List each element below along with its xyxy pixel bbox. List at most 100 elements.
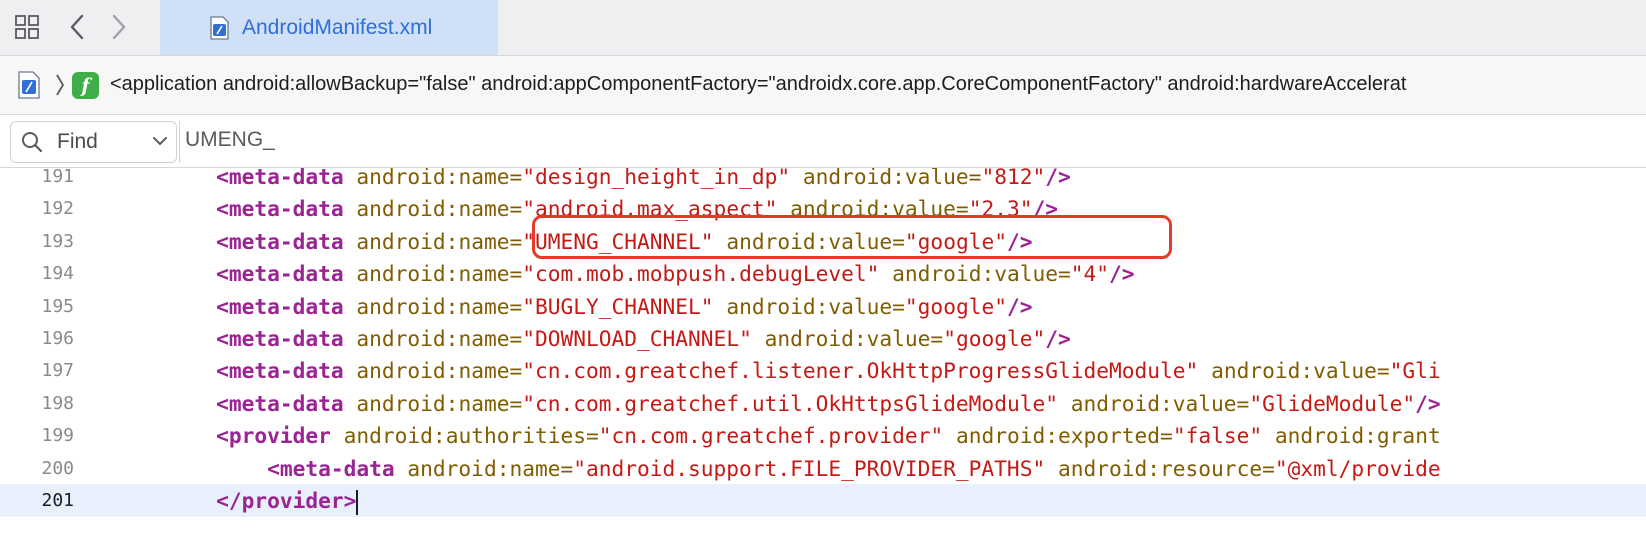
code-line[interactable]: 198 <meta-data android:name="cn.com.grea… — [0, 387, 1646, 420]
line-number: 197 — [41, 360, 74, 382]
code-line[interactable]: 199 <provider android:authorities="cn.co… — [0, 419, 1646, 452]
xml-attribute-value: "com.mob.mobpush.debugLevel" — [522, 261, 880, 287]
code-line[interactable]: 195 <meta-data android:name="BUGLY_CHANN… — [0, 290, 1646, 323]
xml-tag-close: /> — [1032, 196, 1058, 222]
tab-bar: AndroidManifest.xml — [0, 0, 1646, 56]
xml-attribute-value: "android.max_aspect" — [522, 196, 778, 222]
xml-attribute-value: "GlideModule" — [1249, 390, 1416, 416]
code-text: <meta-data android:name="android.support… — [114, 452, 1441, 485]
xml-attribute-name: android:name= — [407, 455, 574, 481]
code-text: </provider> — [114, 484, 359, 517]
xml-tag: <meta-data — [216, 390, 344, 416]
xml-attribute-name: android:name= — [356, 390, 523, 416]
xml-attribute-value: "cn.com.greatchef.listener.OkHttpProgres… — [522, 358, 1199, 384]
xml-tag-close: /> — [1109, 261, 1135, 287]
xml-tag: <meta-data — [216, 228, 344, 254]
xml-attribute-value: "@xml/provide — [1274, 455, 1441, 481]
code-line[interactable]: 197 <meta-data android:name="cn.com.grea… — [0, 354, 1646, 387]
xml-tag: <provider — [216, 423, 331, 449]
xml-attribute-value: "812" — [981, 168, 1046, 189]
xml-attribute-name: android:name= — [356, 261, 523, 287]
search-icon — [21, 131, 43, 153]
xml-tag-close: /> — [1006, 293, 1033, 319]
xml-attribute-value: "UMENG_CHANNEL" — [522, 228, 714, 254]
xml-attribute-value: "cn.com.greatchef.provider" — [598, 423, 944, 449]
line-number: 191 — [41, 168, 74, 187]
code-line[interactable]: 192 <meta-data android:name="android.max… — [0, 192, 1646, 225]
xml-attribute-name: android:grant — [1274, 423, 1441, 449]
line-number: 196 — [41, 328, 74, 349]
find-mode-selector[interactable]: Find — [10, 121, 177, 163]
code-line[interactable]: 201 </provider> — [0, 484, 1646, 517]
line-number: 193 — [41, 230, 74, 252]
xml-tag: <meta-data — [216, 261, 344, 287]
back-chevron-icon[interactable] — [64, 12, 90, 42]
text-cursor — [356, 489, 359, 515]
xml-attribute-value: "DOWNLOAD_CHANNEL" — [522, 326, 752, 351]
xml-attribute-value: "google" — [904, 293, 1007, 319]
function-icon[interactable]: f — [72, 72, 99, 99]
code-text: <meta-data android:name="cn.com.greatche… — [114, 354, 1441, 387]
xml-tag: <meta-data — [216, 326, 344, 351]
xml-tag: <meta-data — [216, 293, 344, 319]
xml-file-icon — [208, 15, 230, 40]
code-line[interactable]: 191 <meta-data android:name="design_heig… — [0, 168, 1646, 193]
xml-attribute-value: "google" — [904, 228, 1007, 254]
code-line[interactable]: 196 <meta-data android:name="DOWNLOAD_CH… — [0, 322, 1646, 355]
line-number: 198 — [41, 392, 74, 414]
tab-label: AndroidManifest.xml — [242, 15, 433, 39]
code-text: <provider android:authorities="cn.com.gr… — [114, 419, 1441, 452]
divider — [179, 121, 180, 163]
code-text: <meta-data android:name="DOWNLOAD_CHANNE… — [114, 322, 1071, 355]
forward-chevron-icon[interactable] — [106, 12, 132, 42]
find-mode-label: Find — [57, 130, 98, 153]
find-input[interactable] — [185, 124, 1085, 156]
find-bar: Find — [0, 115, 1646, 168]
xml-attribute-name: android:name= — [356, 228, 523, 254]
xml-tag: <meta-data — [216, 196, 344, 222]
code-editor[interactable]: 191 <meta-data android:name="design_heig… — [0, 168, 1646, 542]
xml-tag: <meta-data — [216, 168, 344, 189]
code-line[interactable]: 200 <meta-data android:name="android.sup… — [0, 452, 1646, 485]
jump-bar-path[interactable]: <application android:allowBackup="false"… — [110, 73, 1406, 96]
xml-tag: <meta-data — [216, 358, 344, 384]
xml-attribute-value: "BUGLY_CHANNEL" — [522, 293, 714, 319]
xml-attribute-name: android:name= — [356, 293, 523, 319]
line-number: 195 — [41, 295, 74, 317]
xml-attribute-name: android:value= — [764, 326, 944, 351]
tab-android-manifest[interactable]: AndroidManifest.xml — [160, 0, 498, 55]
xml-file-icon[interactable] — [16, 71, 42, 99]
xml-attribute-value: "false" — [1172, 423, 1263, 449]
code-line[interactable]: 193 <meta-data android:name="UMENG_CHANN… — [0, 225, 1646, 258]
code-text: <meta-data android:name="com.mob.mobpush… — [114, 257, 1135, 290]
code-line[interactable]: 194 <meta-data android:name="com.mob.mob… — [0, 257, 1646, 290]
chevron-down-icon — [151, 132, 169, 150]
line-number: 199 — [41, 425, 74, 447]
grid-icon[interactable] — [12, 12, 42, 42]
xml-attribute-name: android:exported= — [955, 423, 1173, 449]
code-text: <meta-data android:name="BUGLY_CHANNEL" … — [114, 290, 1033, 323]
xml-tag: </provider> — [216, 488, 357, 513]
xml-attribute-name: android:authorities= — [343, 423, 599, 449]
